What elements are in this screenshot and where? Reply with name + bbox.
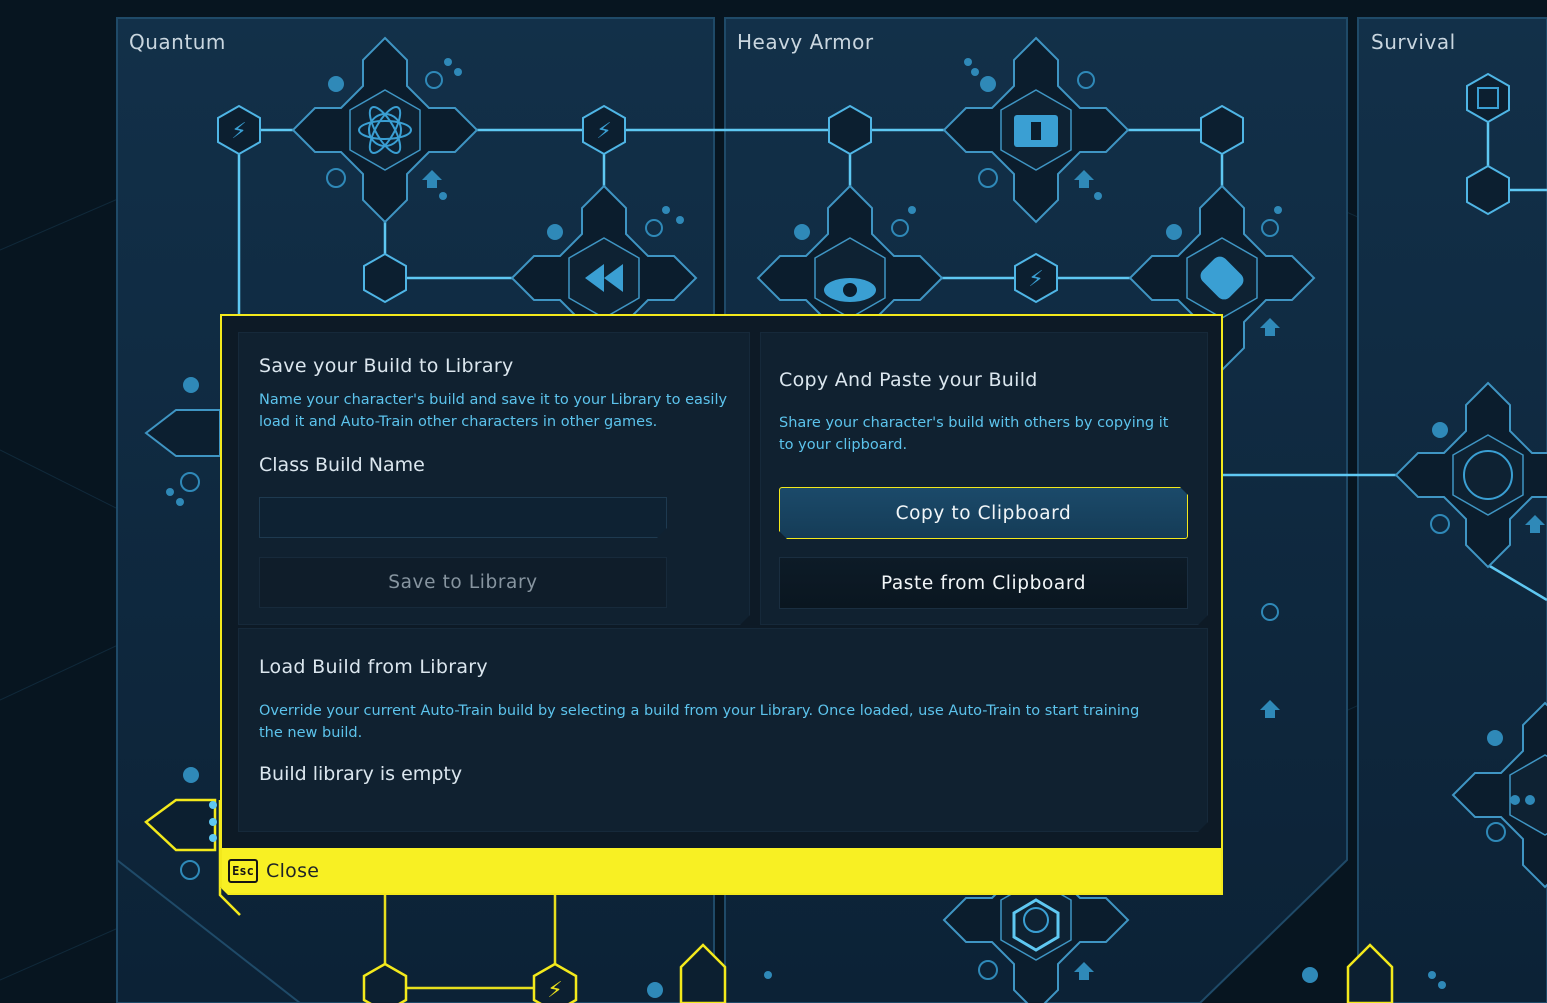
copy-paste-description-line2: to your clipboard.: [779, 437, 908, 453]
class-build-name-input[interactable]: [259, 497, 667, 538]
build-library-empty-text: Build library is empty: [259, 763, 463, 785]
svg-text:⚡: ⚡: [1028, 267, 1043, 292]
tree-title-survival: Survival: [1371, 30, 1456, 54]
save-build-description-line2: load it and Auto-Train other characters …: [259, 414, 658, 430]
save-build-description-line1: Name your character's build and save it …: [259, 392, 728, 408]
svg-text:⚡: ⚡: [547, 978, 562, 1003]
load-build-description-line2: the new build.: [259, 725, 363, 741]
close-label: Close: [266, 859, 320, 882]
svg-text:⚡: ⚡: [231, 119, 246, 144]
copy-to-clipboard-button[interactable]: Copy to Clipboard: [779, 487, 1188, 539]
copy-paste-title: Copy And Paste your Build: [779, 369, 1038, 391]
svg-text:⚡: ⚡: [596, 119, 611, 144]
paste-from-clipboard-button[interactable]: Paste from Clipboard: [779, 557, 1188, 609]
copy-paste-description-line1: Share your character's build with others…: [779, 415, 1169, 431]
close-button[interactable]: Esc Close: [222, 848, 1221, 893]
class-build-name-label: Class Build Name: [259, 454, 425, 476]
load-build-title: Load Build from Library: [259, 656, 488, 678]
copy-paste-build-card: Copy And Paste your Build Share your cha…: [760, 332, 1208, 625]
tree-title-heavy-armor: Heavy Armor: [737, 30, 874, 54]
save-to-library-button[interactable]: Save to Library: [259, 557, 667, 608]
tree-title-quantum: Quantum: [129, 30, 226, 54]
esc-key-icon: Esc: [228, 859, 258, 883]
load-build-description-line1: Override your current Auto-Train build b…: [259, 703, 1140, 719]
save-build-title: Save your Build to Library: [259, 355, 514, 377]
load-build-card: Load Build from Library Override your cu…: [238, 628, 1208, 832]
build-library-modal: Save your Build to Library Name your cha…: [220, 314, 1223, 895]
save-build-card: Save your Build to Library Name your cha…: [238, 332, 750, 625]
